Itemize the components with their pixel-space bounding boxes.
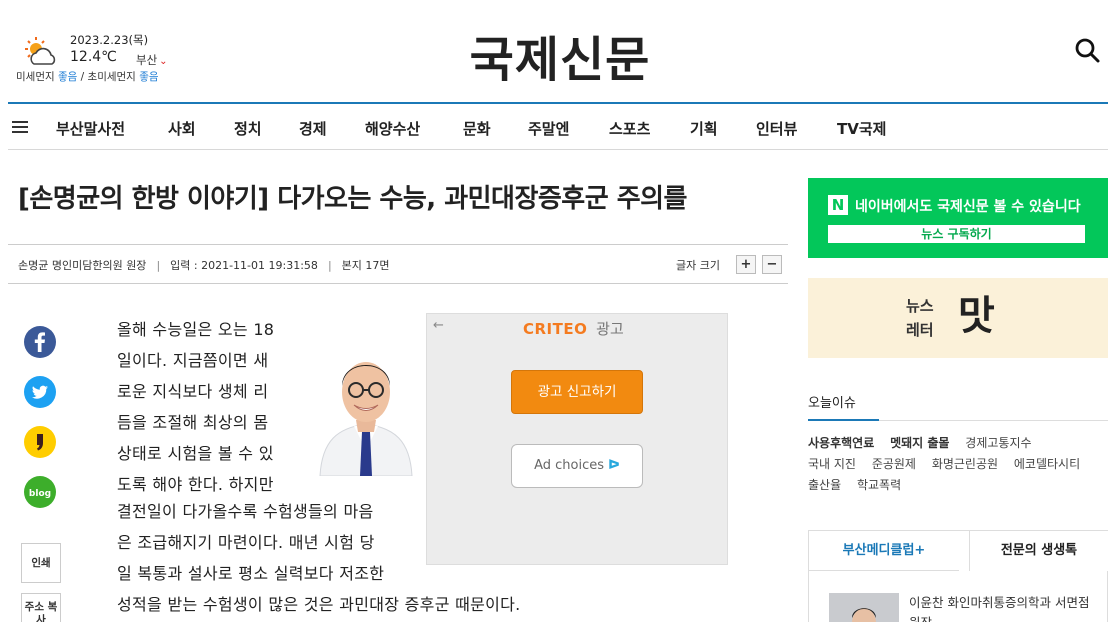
doctor-article-title[interactable]: 이윤찬 화인마취통증의학과 서면점 원장 (909, 593, 1099, 622)
tab-specialist-talk[interactable]: 전문의 생생톡 (969, 531, 1108, 571)
kakaostory-share-button[interactable] (24, 426, 56, 458)
main-nav: 부산말사전 사회 정치 경제 해양수산 문화 주말엔 스포츠 기획 인터뷰 TV… (8, 104, 1108, 150)
twitter-icon (24, 376, 56, 408)
newsletter-label: 뉴스 레터 (906, 294, 934, 342)
site-logo[interactable]: 국제신문 (448, 20, 672, 88)
naver-subscribe-banner[interactable]: N 네이버에서도 국제신문 볼 수 있습니다 뉴스 구독하기 (808, 178, 1108, 258)
nav-item-culture[interactable]: 문화 (463, 118, 491, 139)
ad-choices-label: Ad choices (534, 458, 604, 473)
print-button[interactable]: 인쇄 (21, 543, 61, 583)
today-issue-tab[interactable]: 오늘이슈 (808, 392, 856, 411)
dust-separator: / (80, 71, 88, 83)
partly-sunny-icon (25, 37, 56, 65)
font-increase-button[interactable]: + (736, 255, 756, 274)
nav-item-sports[interactable]: 스포츠 (609, 118, 650, 139)
issue-keyword[interactable]: 사용후핵연료 (808, 436, 874, 450)
facebook-icon (24, 326, 56, 358)
report-ad-button[interactable]: 광고 신고하기 (511, 370, 643, 414)
naver-banner-text: 네이버에서도 국제신문 볼 수 있습니다 (855, 199, 1081, 215)
font-size-label: 글자 크기 (676, 259, 720, 272)
meta-separator: | (327, 259, 332, 272)
newsletter-line2: 레터 (906, 321, 934, 339)
article-line: 일이다. 지금쯤이면 새 (117, 351, 269, 370)
ad-back-button[interactable]: ← (433, 318, 444, 333)
article-line: 올해 수능일은 오는 18 (117, 320, 275, 339)
article-line: 성적을 받는 수험생이 많은 것은 과민대장 증후군 때문이다. (117, 595, 521, 614)
newsletter-banner[interactable]: 뉴스 레터 맛 (808, 278, 1108, 358)
criteo-ad: ← CRITEO 광고 광고 신고하기 Ad choices ᐅ (426, 313, 728, 565)
issue-keyword[interactable]: 멧돼지 출몰 (890, 436, 949, 450)
nav-item-tv[interactable]: TV국제 (837, 118, 886, 139)
region-label: 부산 (136, 53, 158, 67)
tab-busan-medi-club[interactable]: 부산메디클럽+ (809, 531, 959, 571)
today-issue-list: 사용후핵연료 멧돼지 출몰 경제고통지수 국내 지진 준공원제 화명근린공원 에… (808, 433, 1104, 496)
ad-brand: CRITEO 광고 (523, 318, 624, 339)
issue-keyword[interactable]: 에코델타시티 (1014, 457, 1080, 471)
criteo-logo: CRITEO (523, 320, 588, 338)
font-decrease-button[interactable]: − (762, 255, 782, 274)
article-line: 상태로 시험을 볼 수 있 (117, 444, 274, 463)
nav-item-weekend[interactable]: 주말엔 (528, 118, 569, 139)
nav-item-feature[interactable]: 기획 (690, 118, 718, 139)
nav-item-busan-dictionary[interactable]: 부산말사전 (56, 118, 125, 139)
issue-keyword[interactable]: 경제고통지수 (965, 436, 1031, 450)
issue-keyword[interactable]: 준공원제 (872, 457, 916, 471)
nav-item-economy[interactable]: 경제 (299, 118, 327, 139)
newsletter-mal-logo: 맛 (958, 293, 995, 339)
meta-separator: | (156, 259, 161, 272)
doctor-thumbnail[interactable] (829, 593, 899, 622)
medi-club-box: 부산메디클럽+ 전문의 생생톡 이윤찬 화인마취통증의학과 서면점 원장 (808, 530, 1108, 622)
naver-logo-icon: N (828, 195, 848, 215)
article-line: 듬을 조절해 최상의 몸 (117, 413, 269, 432)
newsletter-line1: 뉴스 (906, 297, 934, 315)
nav-item-marine[interactable]: 해양수산 (365, 118, 420, 139)
article-line: 로운 지식보다 생체 리 (117, 382, 269, 401)
article-paragraph-narrow: 올해 수능일은 오는 18 일이다. 지금쯤이면 새 로운 지식보다 생체 리 … (117, 314, 274, 500)
region-selector[interactable]: 부산 ⌄ (136, 52, 168, 68)
search-button[interactable] (1074, 36, 1102, 66)
article-headline: [손명균의 한방 이야기] 다가오는 수능, 과민대장증후군 주의를 (18, 184, 687, 214)
facebook-share-button[interactable] (24, 326, 56, 358)
issue-keyword[interactable]: 화명근린공원 (932, 457, 998, 471)
nav-item-politics[interactable]: 정치 (234, 118, 262, 139)
twitter-share-button[interactable] (24, 376, 56, 408)
weather-temperature: 12.4℃ (70, 49, 117, 65)
issue-keyword[interactable]: 국내 지진 (808, 457, 856, 471)
article-byline: 손명균 명인미담한의원 원장 | 입력 : 2021-11-01 19:31:58 |… (18, 257, 390, 273)
print-edition: 본지 17면 (341, 259, 390, 272)
weather-widget: 2023.2.23(목) 12.4℃ 부산 ⌄ 미세먼지 좋음 / 초미세먼지 좋… (16, 32, 218, 92)
issue-keyword[interactable]: 학교폭력 (857, 478, 901, 492)
today-issue-active-indicator (808, 419, 879, 421)
dust-status: 미세먼지 좋음 / 초미세먼지 좋음 (16, 69, 159, 84)
published-time: 입력 : 2021-11-01 19:31:58 (170, 259, 318, 272)
dust-value: 좋음 (57, 71, 78, 83)
dust-label: 미세먼지 (16, 71, 55, 83)
issue-keyword[interactable]: 출산율 (808, 478, 841, 492)
author: 손명균 명인미담한의원 원장 (18, 259, 147, 272)
fine-dust-value: 좋음 (139, 71, 159, 83)
adchoices-icon: ᐅ (608, 458, 620, 473)
nav-item-society[interactable]: 사회 (168, 118, 196, 139)
svg-text:blog: blog (29, 489, 51, 499)
blog-share-button[interactable]: blog (24, 476, 56, 508)
fine-dust-label: 초미세먼지 (87, 71, 136, 83)
chevron-down-icon: ⌄ (159, 56, 168, 67)
ad-label: 광고 (596, 320, 624, 338)
nav-item-interview[interactable]: 인터뷰 (756, 118, 797, 139)
menu-icon[interactable] (12, 121, 28, 133)
weather-date: 2023.2.23(목) (70, 33, 149, 47)
article-meta: 손명균 명인미담한의원 원장 | 입력 : 2021-11-01 19:31:58 |… (8, 244, 788, 284)
copy-url-button[interactable]: 주소 복사 (21, 593, 61, 622)
search-icon (1075, 38, 1100, 63)
blog-icon: blog (24, 476, 56, 508)
author-photo (316, 320, 416, 476)
naver-subscribe-button[interactable]: 뉴스 구독하기 (828, 225, 1085, 243)
ad-choices-button[interactable]: Ad choices ᐅ (511, 444, 643, 488)
kakaostory-icon (24, 426, 56, 458)
